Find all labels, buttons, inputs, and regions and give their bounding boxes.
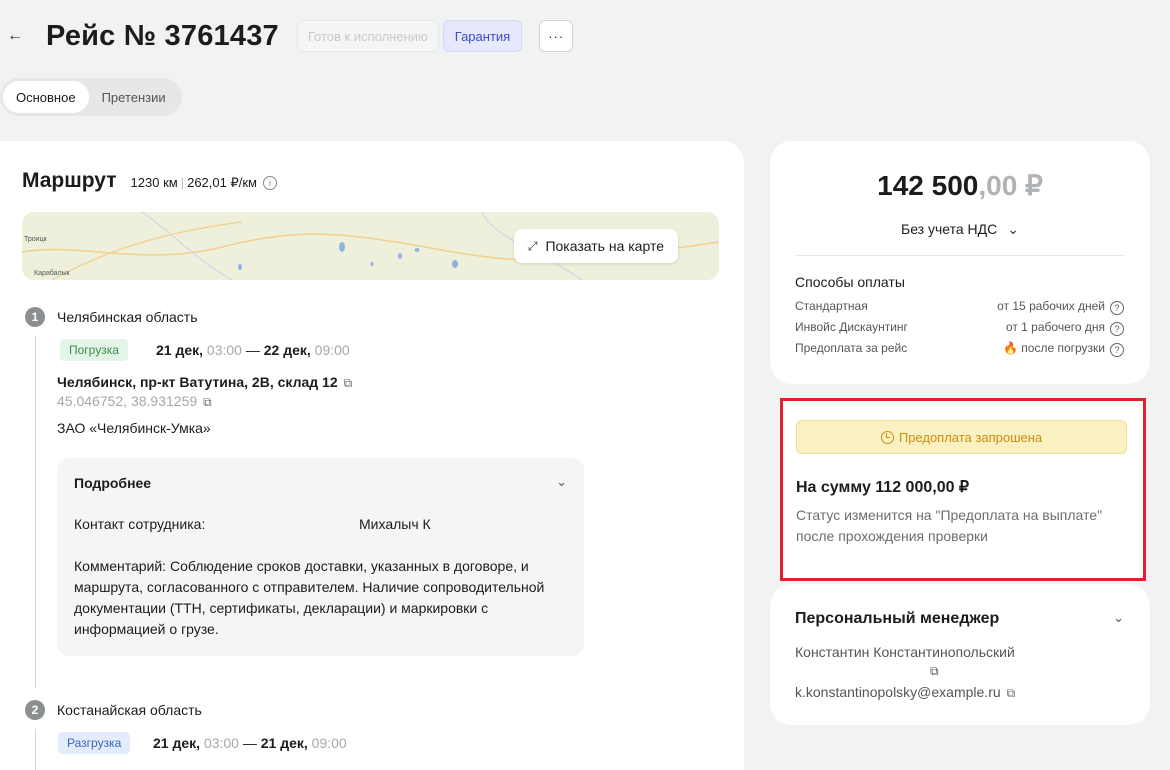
tab-claims[interactable]: Претензии bbox=[89, 81, 179, 113]
help-icon[interactable]: ? bbox=[1110, 301, 1124, 315]
show-on-map-label: Показать на карте bbox=[545, 238, 664, 254]
prepayment-card: Предоплата запрошена На сумму 112 000,00… bbox=[780, 398, 1146, 581]
expand-icon: ⤢ bbox=[527, 238, 538, 253]
chevron-down-icon[interactable]: ⌄ bbox=[556, 474, 567, 490]
help-icon[interactable]: ? bbox=[1110, 322, 1124, 336]
stop-coordinates-text: 45.046752, 38.931259 bbox=[57, 393, 198, 409]
unloading-tag: Разгрузка bbox=[58, 732, 131, 754]
stop-region: Челябинская область bbox=[57, 309, 198, 325]
date-from: 21 дек, bbox=[153, 735, 201, 751]
copy-icon[interactable]: ⧉ bbox=[344, 376, 353, 391]
price-amount: 142 500,00 ₽ bbox=[770, 169, 1150, 202]
route-distance: 1230 км bbox=[130, 175, 178, 190]
page-header: ← Рейс № 3761437 Готов к исполнению Гара… bbox=[0, 14, 574, 58]
copy-icon[interactable]: ⧉ bbox=[930, 664, 939, 679]
guarantee-badge: Гарантия bbox=[442, 20, 523, 52]
route-summary: 1230 км | 262,01 ₽/км i bbox=[131, 175, 277, 191]
stop-coordinates: 45.046752, 38.931259 ⧉ bbox=[57, 393, 212, 410]
divider bbox=[795, 255, 1125, 256]
show-on-map-button[interactable]: ⤢ Показать на карте bbox=[513, 229, 678, 263]
manager-email: k.konstantinopolsky@example.ru ⧉ bbox=[795, 684, 1015, 701]
route-separator: | bbox=[180, 175, 185, 190]
time-to: 09:00 bbox=[314, 342, 350, 358]
prepayment-sum: На сумму 112 000,00 ₽ bbox=[796, 479, 970, 496]
page-title: Рейс № 3761437 bbox=[46, 19, 279, 52]
stop-address: Челябинск, пр-кт Ватутина, 2В, склад 12 ⧉ bbox=[57, 374, 352, 391]
back-arrow-icon[interactable]: ← bbox=[0, 21, 30, 51]
time-dash: — bbox=[242, 735, 257, 751]
payment-method-term: от 1 рабочего дня bbox=[1005, 320, 1105, 334]
info-icon[interactable]: i bbox=[262, 176, 277, 190]
manager-name: Константин Константинопольский bbox=[795, 644, 1015, 660]
date-to: 22 дек, bbox=[263, 342, 311, 358]
route-title: Маршрут bbox=[22, 169, 117, 192]
details-panel: Подробнее ⌄ Контакт сотрудника: Михалыч … bbox=[57, 458, 584, 656]
more-options-button[interactable]: ··· bbox=[539, 20, 574, 52]
manager-title: Персональный менеджер bbox=[795, 610, 1000, 627]
manager-card: Персональный менеджер ⌄ Константин Конст… bbox=[770, 584, 1150, 725]
price-fraction: ,00 ₽ bbox=[978, 170, 1043, 201]
map-label-karabalyk: Карабалык bbox=[34, 270, 70, 277]
chevron-down-icon[interactable]: ⌄ bbox=[1113, 610, 1124, 626]
manager-email-text: k.konstantinopolsky@example.ru bbox=[795, 684, 1001, 700]
stop-address-text: Челябинск, пр-кт Ватутина, 2В, склад 12 bbox=[57, 374, 338, 390]
map-label-troitsk: Троицк bbox=[24, 236, 47, 243]
price-card: 142 500,00 ₽ Без учета НДС ⌄ Способы опла… bbox=[770, 141, 1150, 384]
stop-time-window: 21 дек, 03:00 — 22 дек, 09:00 bbox=[156, 342, 350, 358]
fire-icon: 🔥 bbox=[1003, 341, 1019, 355]
payment-method-term-wrap: 🔥 после погрузки? bbox=[1003, 341, 1124, 357]
loading-tag: Погрузка bbox=[60, 339, 128, 361]
contact-value: Михалыч К bbox=[359, 516, 431, 532]
payment-method-term-wrap: от 15 рабочих дней? bbox=[997, 299, 1124, 315]
payment-method-row: Инвойс Дискаунтинг от 1 рабочего дня? bbox=[795, 320, 1124, 336]
help-icon[interactable]: ? bbox=[1110, 343, 1124, 357]
time-from: 03:00 bbox=[203, 735, 239, 751]
route-rate: 262,01 ₽/км bbox=[187, 175, 257, 190]
payment-method-term: после погрузки bbox=[1021, 341, 1105, 355]
tab-main[interactable]: Основное bbox=[3, 81, 89, 113]
date-to: 21 дек, bbox=[260, 735, 308, 751]
vat-selector[interactable]: Без учета НДС ⌄ bbox=[770, 221, 1150, 238]
comment-text: Комментарий: Соблюдение сроков доставки,… bbox=[74, 558, 545, 637]
price-main: 142 500 bbox=[877, 170, 979, 201]
payment-method-term-wrap: от 1 рабочего дня? bbox=[1006, 320, 1124, 336]
payment-method-row: Предоплата за рейс 🔥 после погрузки? bbox=[795, 341, 1124, 357]
payment-method-name: Инвойс Дискаунтинг bbox=[795, 320, 908, 334]
payment-method-row: Стандартная от 15 рабочих дней? bbox=[795, 299, 1124, 315]
time-from: 03:00 bbox=[206, 342, 242, 358]
prepayment-status-badge: Предоплата запрошена bbox=[796, 420, 1127, 454]
tab-bar: Основное Претензии bbox=[0, 78, 182, 116]
route-map-preview[interactable]: Троицк Карабалык ⤢ Показать на карте bbox=[22, 212, 719, 280]
clock-icon bbox=[880, 430, 894, 444]
stop-number-badge: 1 bbox=[25, 307, 45, 327]
stop-region: Костанайская область bbox=[57, 702, 202, 718]
stop-number-badge: 2 bbox=[25, 700, 45, 720]
route-card: Маршрут 1230 км | 262,01 ₽/км i Троицк Кара… bbox=[0, 141, 744, 770]
chevron-down-icon: ⌄ bbox=[1007, 221, 1019, 237]
time-to: 09:00 bbox=[311, 735, 347, 751]
payment-methods-title: Способы оплаты bbox=[795, 274, 905, 290]
contact-label: Контакт сотрудника: bbox=[74, 516, 206, 532]
stop-time-window: 21 дек, 03:00 — 21 дек, 09:00 bbox=[153, 735, 347, 751]
route-timeline-line bbox=[35, 729, 36, 770]
payment-method-name: Стандартная bbox=[795, 299, 868, 313]
time-dash: — bbox=[245, 342, 260, 358]
payment-method-name: Предоплата за рейс bbox=[795, 341, 908, 355]
date-from: 21 дек, bbox=[156, 342, 204, 358]
copy-icon[interactable]: ⧉ bbox=[1007, 686, 1016, 701]
route-header: Маршрут 1230 км | 262,01 ₽/км i bbox=[22, 169, 277, 193]
stop-company: ЗАО «Челябинск-Умка» bbox=[57, 420, 211, 436]
copy-icon[interactable]: ⧉ bbox=[203, 395, 212, 410]
prepayment-note: Статус изменится на "Предоплата на выпла… bbox=[796, 507, 1103, 544]
status-badge: Готов к исполнению bbox=[296, 20, 439, 52]
route-timeline-line bbox=[35, 336, 36, 688]
prepayment-status-label: Предоплата запрошена bbox=[898, 429, 1043, 445]
vat-label: Без учета НДС bbox=[901, 221, 998, 237]
payment-method-term: от 15 рабочих дней bbox=[997, 299, 1105, 313]
details-title[interactable]: Подробнее bbox=[74, 475, 151, 491]
